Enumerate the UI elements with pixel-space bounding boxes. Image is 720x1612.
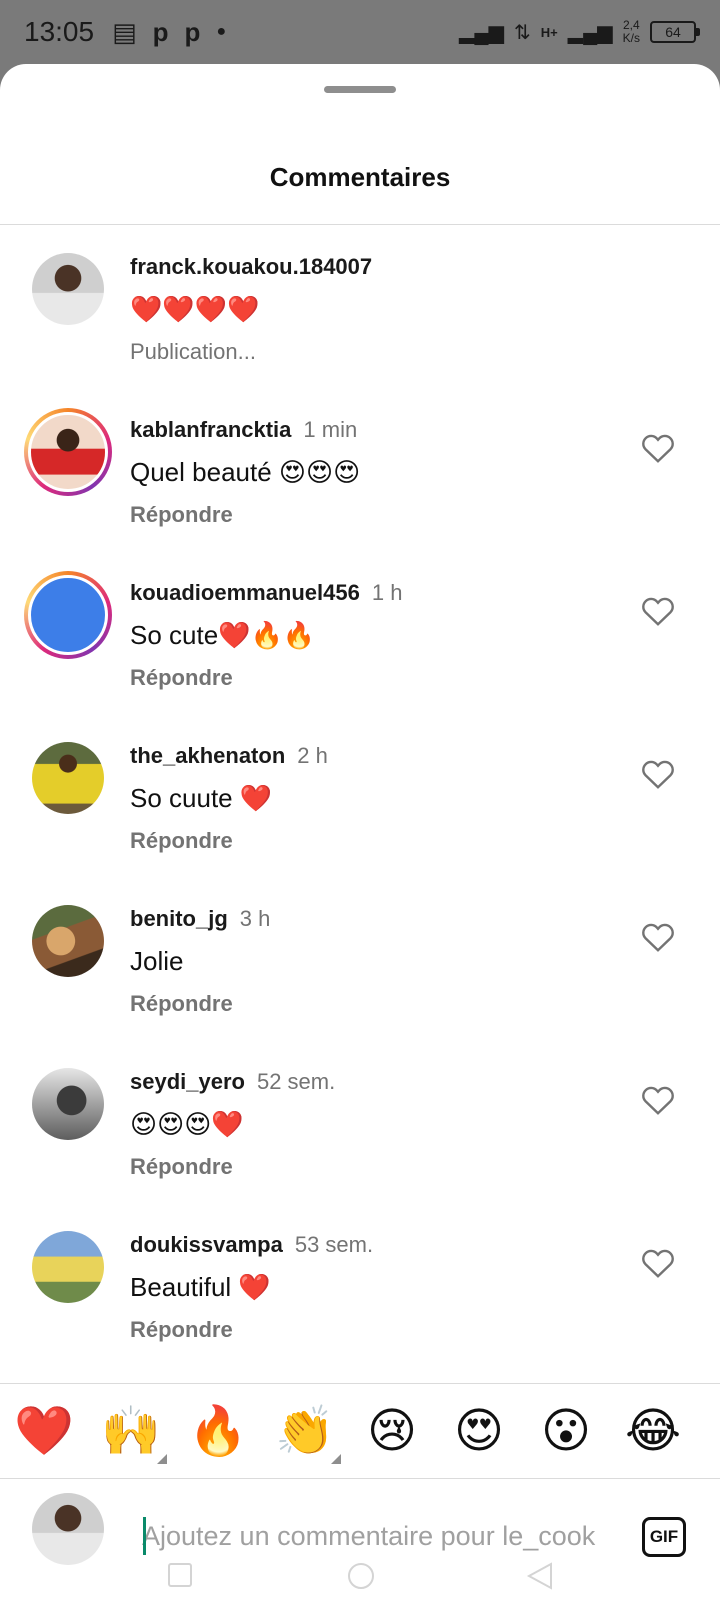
username[interactable]: kablanfrancktia — [130, 417, 291, 442]
avatar[interactable] — [32, 905, 104, 977]
message-icon: ▤ — [112, 16, 137, 47]
caption-item: franck.kouakou.184007 ❤️❤️❤️❤️ Publicati… — [0, 225, 720, 393]
comment-time: 2 h — [297, 743, 328, 768]
comment-body: kablanfrancktia 1 min Quel beauté 😍😍😍 Rép… — [130, 416, 610, 528]
avatar-image — [32, 1231, 104, 1303]
emoji-heart-eyes[interactable]: 😍 — [449, 1402, 509, 1462]
signal-icon: ▂▄▆ — [459, 21, 504, 44]
signal-icon: ▂▄▆ — [567, 21, 613, 44]
comment-text: So cute❤️🔥🔥 — [130, 620, 316, 650]
reply-button[interactable]: Répondre — [130, 665, 610, 691]
avatar[interactable] — [32, 1231, 104, 1303]
emoji-surprised[interactable]: 😮 — [536, 1402, 596, 1462]
comments-list[interactable]: franck.kouakou.184007 ❤️❤️❤️❤️ Publicati… — [0, 225, 720, 1383]
emoji-laughing[interactable]: 😂 — [623, 1402, 683, 1462]
username[interactable]: doukissvampa — [130, 1232, 283, 1257]
comment-body: doukissvampa 53 sem. Beautiful ❤️ Répondr… — [130, 1231, 610, 1343]
emoji-fire[interactable]: 🔥 — [188, 1402, 248, 1462]
data-arrows-icon: ⇅ — [513, 21, 531, 44]
heart-outline-icon[interactable] — [640, 756, 676, 790]
comment-body: seydi_yero 52 sem. 😍😍😍❤️ Répondre — [130, 1068, 610, 1180]
avatar-image — [32, 742, 104, 814]
username[interactable]: the_akhenaton — [130, 743, 285, 768]
quick-reactions-bar: ❤️ 🙌 🔥 👏 😢 😍 😮 😂 — [0, 1383, 720, 1479]
avatar-image — [32, 905, 104, 977]
circle-icon[interactable] — [348, 1563, 374, 1589]
username[interactable]: benito_jg — [130, 906, 228, 931]
square-icon[interactable] — [168, 1563, 192, 1587]
battery-level: 64 — [665, 24, 681, 40]
network-speed: 2,4 K/s — [623, 19, 640, 45]
comment-item: benito_jg 3 h Jolie Répondre — [0, 877, 720, 1045]
drag-handle[interactable] — [324, 86, 396, 93]
heart-outline-icon[interactable] — [640, 1245, 676, 1279]
comment-item: kouadioemmanuel456 1 h So cute❤️🔥🔥 Répond… — [0, 551, 720, 719]
sheet-title: Commentaires — [269, 162, 451, 192]
comment-item: the_akhenaton 2 h So cuute ❤️ Répondre — [0, 714, 720, 882]
comment-text: Beautiful ❤️ — [130, 1272, 271, 1302]
comment-text: ❤️❤️❤️❤️ — [130, 294, 260, 324]
avatar[interactable] — [32, 1068, 104, 1140]
system-nav-bar — [0, 1525, 720, 1612]
avatar[interactable] — [32, 742, 104, 814]
reply-button[interactable]: Répondre — [130, 991, 610, 1017]
comment-body: the_akhenaton 2 h So cuute ❤️ Répondre — [130, 742, 610, 854]
comment-time: 52 sem. — [256, 1069, 336, 1094]
comment-text: Quel beauté 😍😍😍 — [130, 457, 361, 487]
comment-time: 3 h — [239, 906, 271, 931]
status-time: 13:05 — [24, 16, 95, 47]
comments-sheet: Commentaires franck.kouakou.184007 ❤️❤️❤… — [0, 64, 720, 1612]
skin-tone-indicator — [157, 1454, 167, 1464]
username[interactable]: franck.kouakou.184007 — [130, 254, 372, 279]
avatar[interactable] — [24, 571, 112, 659]
heart-outline-icon[interactable] — [640, 430, 676, 464]
reply-button[interactable]: Répondre — [130, 1154, 610, 1180]
caption-body: franck.kouakou.184007 ❤️❤️❤️❤️ Publicati… — [130, 253, 610, 365]
username[interactable]: kouadioemmanuel456 — [130, 580, 360, 605]
reply-button[interactable]: Répondre — [130, 828, 610, 854]
p-icon: p — [184, 16, 201, 47]
avatar-image — [32, 1068, 104, 1140]
skin-tone-indicator — [331, 1454, 341, 1464]
comment-time: 1 h — [371, 580, 403, 605]
dot-icon: ● — [216, 23, 227, 40]
reply-button[interactable]: Répondre — [130, 1317, 610, 1343]
battery-icon: 64 — [650, 21, 700, 43]
heart-outline-icon[interactable] — [640, 919, 676, 953]
status-right: ▂▄▆ ⇅ H+ ▂▄▆ 2,4 K/s 64 — [459, 19, 700, 45]
comment-body: benito_jg 3 h Jolie Répondre — [130, 905, 610, 1017]
avatar-image — [28, 412, 108, 492]
emoji-crying[interactable]: 😢 — [362, 1402, 422, 1462]
emoji-raising-hands[interactable]: 🙌 — [101, 1402, 167, 1464]
speed-value: 2,4 — [622, 18, 640, 32]
status-bar: 13:05 ▤ p p ● ▂▄▆ ⇅ H+ ▂▄▆ 2,4 K/s 64 — [0, 0, 720, 64]
comment-text: So cuute ❤️ — [130, 783, 273, 813]
comment-time: 53 sem. — [294, 1232, 374, 1257]
comment-body: kouadioemmanuel456 1 h So cute❤️🔥🔥 Répond… — [130, 579, 610, 691]
heart-outline-icon[interactable] — [640, 1082, 676, 1116]
comment-time: 1 min — [303, 417, 358, 442]
avatar-image — [32, 253, 104, 325]
emoji-clapping-glyph: 👏 — [275, 1405, 335, 1458]
emoji-raising-hands-glyph: 🙌 — [101, 1405, 161, 1458]
avatar-image — [28, 575, 108, 655]
caption-label: Publication... — [130, 339, 256, 364]
emoji-heart[interactable]: ❤️ — [14, 1402, 74, 1462]
heart-outline-icon[interactable] — [640, 593, 676, 627]
avatar[interactable] — [32, 253, 104, 325]
triangle-back-icon[interactable] — [526, 1561, 554, 1591]
comment-text: Jolie — [130, 946, 184, 976]
comment-item: kablanfrancktia 1 min Quel beauté 😍😍😍 Rép… — [0, 388, 720, 556]
comment-text: 😍😍😍❤️ — [130, 1109, 244, 1139]
emoji-clapping[interactable]: 👏 — [275, 1402, 341, 1464]
comment-item: seydi_yero 52 sem. 😍😍😍❤️ Répondre — [0, 1040, 720, 1208]
network-type: H+ — [540, 24, 558, 40]
comment-item: doukissvampa 53 sem. Beautiful ❤️ Répondr… — [0, 1203, 720, 1371]
username[interactable]: seydi_yero — [130, 1069, 245, 1094]
avatar[interactable] — [24, 408, 112, 496]
p-icon: p — [152, 16, 169, 47]
speed-unit: K/s — [622, 31, 640, 45]
reply-button[interactable]: Répondre — [130, 502, 610, 528]
